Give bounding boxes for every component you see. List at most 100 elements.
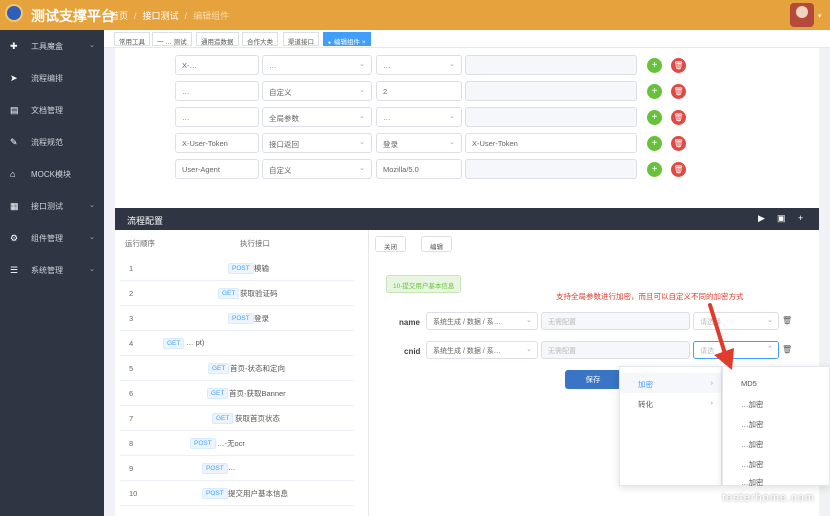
step-number: 4: [129, 339, 134, 348]
param-name-field[interactable]: …: [175, 107, 259, 127]
list-icon: ☰: [10, 265, 19, 275]
chevron-down-icon: ⌄: [359, 113, 365, 120]
cascader-option-convert[interactable]: 转化 ›: [620, 393, 721, 413]
sidebar-item-tools[interactable]: ✚ 工具魔盒 ⌄: [0, 36, 104, 56]
flow-step-row[interactable]: 3 POST 登录: [120, 306, 354, 331]
flow-step-row[interactable]: 7 GET 获取首页状态: [120, 406, 354, 431]
param-source-select[interactable]: 自定义 ⌄: [262, 159, 372, 179]
delete-row-button[interactable]: 🗑: [671, 136, 686, 151]
param-source-select[interactable]: … ⌄: [262, 55, 372, 75]
trash-icon[interactable]: 🗑: [782, 316, 792, 325]
select-value: 自定义: [269, 166, 292, 175]
param-source-select[interactable]: 全局参数 ⌄: [262, 107, 372, 127]
param-value-select[interactable]: … ⌄: [376, 55, 462, 75]
method-badge: POST: [202, 488, 228, 499]
sidebar-item-docs[interactable]: ▤ 文档管理: [0, 100, 104, 120]
step-number: 6: [129, 389, 134, 398]
sidebar-item-api-test[interactable]: ▦ 接口测试 ⌄: [0, 196, 104, 216]
param-value-field[interactable]: 2: [376, 81, 462, 101]
sidebar-item-label: 文档管理: [31, 106, 63, 115]
logo-icon: [5, 4, 23, 22]
delete-row-button[interactable]: 🗑: [671, 162, 686, 177]
column-header-api: 执行接口: [240, 239, 270, 248]
select-value: 系统生成 / 数据 / 系…: [433, 319, 501, 326]
param-value-select[interactable]: 登录 ⌄: [376, 133, 462, 153]
save-button[interactable]: 保存: [565, 370, 621, 389]
cascader-option[interactable]: …加密: [723, 393, 829, 413]
sidebar-item-mock[interactable]: ⌂ MOCK模块: [0, 164, 104, 184]
param-config-field[interactable]: 无需配置: [541, 341, 690, 359]
sidebar-item-system[interactable]: ☰ 系统管理 ⌄: [0, 260, 104, 280]
delete-row-button[interactable]: 🗑: [671, 84, 686, 99]
param-name-field[interactable]: X-…: [175, 55, 259, 75]
param-extra-field[interactable]: X-User-Token: [465, 133, 637, 153]
close-button[interactable]: 关闭: [375, 236, 406, 252]
cascader-option[interactable]: MD5: [723, 373, 829, 393]
sidebar-item-process[interactable]: ✎ 流程规范: [0, 132, 104, 152]
tab-test[interactable]: 一 … 测试: [152, 32, 192, 46]
flow-step-row[interactable]: 6 GET 首页-获取Banner: [120, 381, 354, 406]
tab-channel[interactable]: 渠道接口: [283, 32, 319, 46]
add-row-button[interactable]: +: [647, 84, 662, 99]
param-extra-field[interactable]: [465, 55, 637, 75]
edit-button[interactable]: 编辑: [421, 236, 452, 252]
param-value-select[interactable]: … ⌄: [376, 107, 462, 127]
flow-step-row[interactable]: 10 POST 提交用户基本信息: [120, 481, 354, 506]
add-row-button[interactable]: +: [647, 58, 662, 73]
cascader-option[interactable]: …加密: [723, 471, 829, 491]
select-value: 系统生成 / 数据 / 系…: [433, 348, 501, 355]
cascader-option[interactable]: …加密: [723, 413, 829, 433]
sidebar-item-label: 流程规范: [31, 138, 63, 147]
param-extra-field[interactable]: [465, 107, 637, 127]
param-config-field[interactable]: 无需配置: [541, 312, 690, 330]
top-bar: 测试支撑平台 首页 / 接口测试 / 编辑组件 ▾: [0, 0, 830, 30]
plus-icon[interactable]: +: [798, 213, 803, 223]
param-source-cascader[interactable]: 系统生成 / 数据 / 系… ⌄: [426, 312, 538, 330]
encrypt-select[interactable]: 请选 ⌃: [693, 341, 779, 359]
flow-step-row[interactable]: 9 POST…: [120, 456, 354, 481]
flow-step-row[interactable]: 2 GET 获取验证码: [120, 281, 354, 306]
tab-category[interactable]: 合作大类: [242, 32, 278, 46]
param-extra-field[interactable]: [465, 159, 637, 179]
avatar[interactable]: [790, 3, 814, 27]
cascader-option-encrypt[interactable]: 加密 ›: [620, 373, 721, 393]
cascader-option[interactable]: …加密: [723, 453, 829, 473]
param-extra-field[interactable]: [465, 81, 637, 101]
add-row-button[interactable]: +: [647, 136, 662, 151]
method-badge: GET: [207, 388, 229, 399]
delete-row-button[interactable]: 🗑: [671, 110, 686, 125]
flow-step-row[interactable]: 4 GET… pt): [120, 331, 354, 356]
cascader-option[interactable]: …加密: [723, 433, 829, 453]
close-icon[interactable]: ×: [362, 39, 366, 46]
flow-panel-header: 流程配置 ▶ ▣ +: [115, 208, 819, 230]
trash-icon[interactable]: 🗑: [782, 345, 792, 354]
breadcrumb-home[interactable]: 首页: [110, 11, 128, 21]
param-source-select[interactable]: 接口返回 ⌄: [262, 133, 372, 153]
flow-step-row[interactable]: 8 POST …-无ocr: [120, 431, 354, 456]
chevron-down-icon: ⌄: [526, 317, 532, 324]
tab-tools[interactable]: 常用工具: [114, 32, 150, 46]
flow-step-row[interactable]: 5 GET 首页-状态和定向: [120, 356, 354, 381]
param-source-cascader[interactable]: 系统生成 / 数据 / 系… ⌄: [426, 341, 538, 359]
param-value-field[interactable]: Mozilla/5.0: [376, 159, 462, 179]
chevron-down-icon: ⌄: [359, 87, 365, 94]
chevron-down-icon: ⌄: [449, 61, 455, 68]
tab-data[interactable]: 通用造数据: [196, 32, 239, 46]
param-name-field[interactable]: User-Agent: [175, 159, 259, 179]
param-name-field[interactable]: X-User-Token: [175, 133, 259, 153]
flow-step-row[interactable]: 1 POST 模输: [120, 256, 354, 281]
play-icon[interactable]: ▶: [758, 213, 765, 224]
component-icon: ⚙: [10, 233, 19, 243]
encrypt-select[interactable]: 请选择 ⌄: [693, 312, 779, 330]
sidebar-item-components[interactable]: ⚙ 组件管理 ⌄: [0, 228, 104, 248]
param-name-field[interactable]: …: [175, 81, 259, 101]
add-row-button[interactable]: +: [647, 162, 662, 177]
delete-row-button[interactable]: 🗑: [671, 58, 686, 73]
document-icon[interactable]: ▣: [777, 213, 786, 224]
breadcrumb-api-test[interactable]: 接口测试: [143, 11, 179, 21]
chevron-down-icon[interactable]: ▾: [818, 12, 822, 20]
sidebar-item-flow[interactable]: ➤ 流程编排: [0, 68, 104, 88]
add-row-button[interactable]: +: [647, 110, 662, 125]
tab-edit-component[interactable]: 编辑组件 ×: [323, 32, 371, 46]
param-source-select[interactable]: 自定义 ⌄: [262, 81, 372, 101]
